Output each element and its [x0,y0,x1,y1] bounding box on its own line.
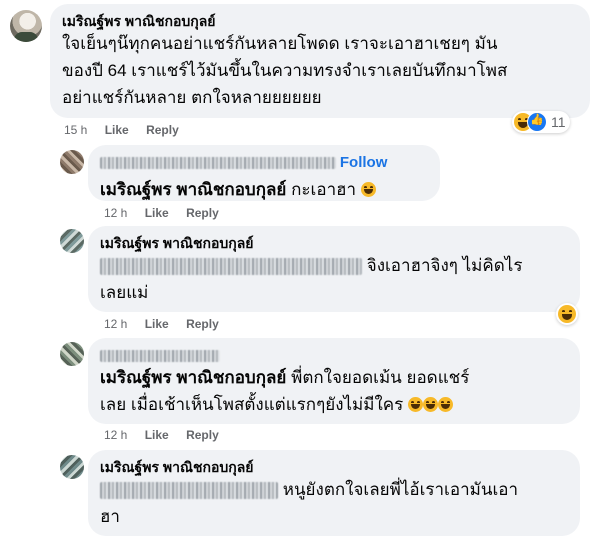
reply-bubble: เมริณฐ์พร พาณิชกอบกุลย์ หนูยังตกใจเลยพี่… [88,450,580,536]
blurred-author-name [100,350,220,363]
reply-text-line: เลยแม่ [100,283,149,302]
reply-text-line: เลย เมื่อเช้าเห็นโพสตั้งแต่แรกๆยังไม่มีใ… [100,395,404,414]
timestamp[interactable]: 15 h [64,123,87,137]
reply-button[interactable]: Reply [146,123,179,137]
haha-emoji-icon [423,397,438,412]
reply-meta: 12 h Like Reply [104,428,233,442]
reply-text-line: หนูยังตกใจเลยพี่ไอ้เราเอามันเอา [282,480,519,499]
reply-author[interactable]: เมริณฐ์พร พาณิชกอบกุลย์ [100,234,568,252]
reaction-summary[interactable]: 11 [512,111,570,133]
reply-button[interactable]: Reply [186,317,219,331]
comment-text-line: ของปี 64 เราแชร์ไว้มันขึ้นในความทรงจำเรา… [62,61,508,80]
reply-text-line: จิงเอาฮาจิงๆ ไม่คิดไร [366,256,523,275]
timestamp[interactable]: 12 h [104,317,127,331]
comment-text-line: ใจเย็นๆน๊ทุกคนอย่าแชร์กันหลายโพดด เราจะเ… [62,34,498,53]
reply-bubble: เมริณฐ์พร พาณิชกอบกุลย์ จิงเอาฮาจิงๆ ไม่… [88,226,580,312]
avatar[interactable] [60,342,84,366]
reply-text: กะเอาฮา [291,180,357,199]
like-button[interactable]: Like [145,206,169,220]
avatar[interactable] [60,229,84,253]
reply-meta: 12 h Like Reply [104,206,233,220]
reply-meta: 12 h Like Reply [104,317,233,331]
haha-emoji-icon [360,182,376,197]
reply-bubble: Follow เมริณฐ์พร พาณิชกอบกุลย์ กะเอาฮา [88,145,440,201]
avatar[interactable] [60,150,84,174]
timestamp[interactable]: 12 h [104,206,127,220]
like-reaction-icon [527,112,547,132]
like-button[interactable]: Like [145,428,169,442]
timestamp[interactable]: 12 h [104,428,127,442]
avatar[interactable] [60,455,84,479]
mention-tag[interactable]: เมริณฐ์พร พาณิชกอบกุลย์ [100,180,286,199]
mention-tag[interactable]: เมริณฐ์พร พาณิชกอบกุลย์ [100,368,286,387]
avatar[interactable] [10,10,42,42]
reply-button[interactable]: Reply [186,206,219,220]
reply-bubble: เมริณฐ์พร พาณิชกอบกุลย์ พี่ตกใจยอดเม้น ย… [88,338,580,424]
reply-button[interactable]: Reply [186,428,219,442]
like-button[interactable]: Like [145,317,169,331]
blurred-mention [100,482,278,500]
haha-reaction-icon [558,305,576,323]
reply-text-line: พี่ตกใจยอดเม้น ยอดแชร์ [291,368,470,387]
blurred-author-name [100,157,336,170]
comment-text-line: อย่าแชร์กันหลาย ตกใจหลายยยยยย [62,88,322,107]
comment-author[interactable]: เมริณฐ์พร พาณิชกอบกุลย์ [62,12,578,30]
reply-author[interactable]: เมริณฐ์พร พาณิชกอบกุลย์ [100,458,568,476]
haha-emoji-icon [408,397,423,412]
reply-text-line: ฮา [100,507,120,526]
haha-emoji-icon [438,397,453,412]
comment-bubble: เมริณฐ์พร พาณิชกอบกุลย์ ใจเย็นๆน๊ทุกคนอย… [50,4,590,118]
blurred-mention [100,258,362,276]
follow-button[interactable]: Follow [340,154,388,171]
comment-meta: 15 h Like Reply [64,123,193,137]
like-button[interactable]: Like [105,123,129,137]
reaction-count: 11 [551,114,566,130]
reaction-summary[interactable] [556,303,578,325]
